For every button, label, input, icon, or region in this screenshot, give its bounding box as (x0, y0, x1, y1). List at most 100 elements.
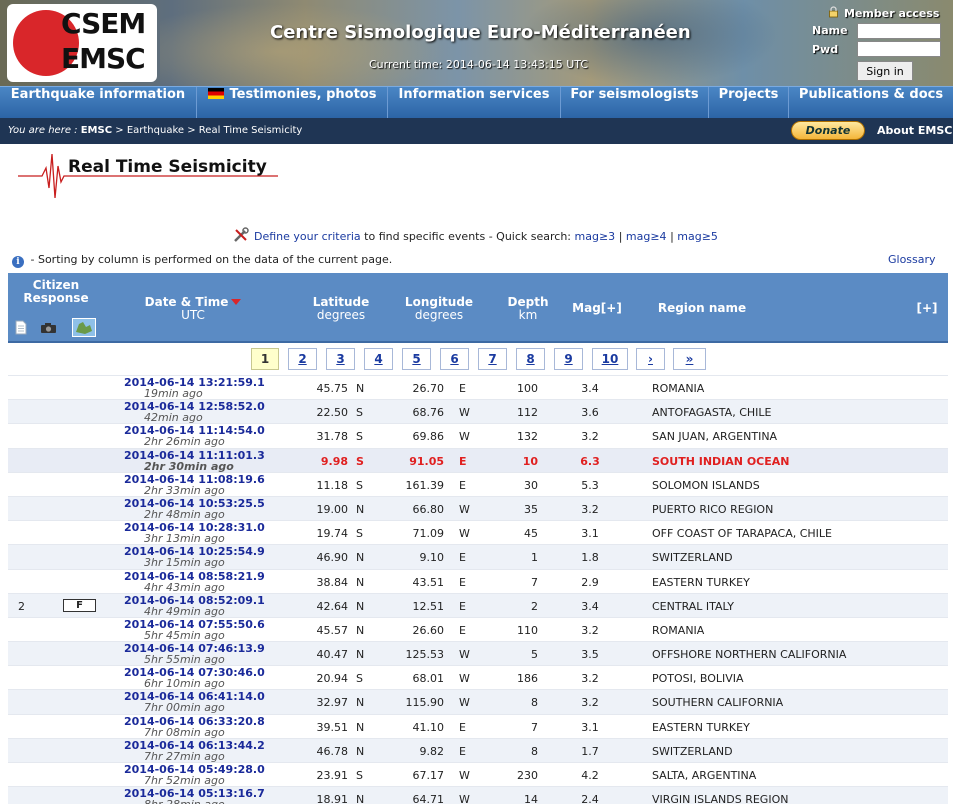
table-row[interactable]: 2014-06-14 07:55:50.6 5hr 45min ago 45.57 N… (8, 616, 948, 641)
table-row[interactable]: 2014-06-14 06:33:20.8 7hr 08min ago 39.51 N… (8, 713, 948, 738)
col-longitude[interactable]: Longitude degrees (399, 296, 479, 322)
event-ago: 2hr 33min ago (144, 483, 225, 497)
event-region: ANTOFAGASTA, CHILE (652, 406, 772, 420)
last-page-button[interactable]: » (673, 348, 706, 370)
page-button-1[interactable]: 1 (251, 348, 279, 370)
event-region: EASTERN TURKEY (652, 720, 750, 734)
nav-earthquake-information[interactable]: Earthquake information (0, 87, 197, 119)
page-button-8[interactable]: 8 (516, 348, 545, 370)
table-row[interactable]: 2014-06-14 07:46:13.9 5hr 55min ago 40.47 N… (8, 641, 948, 666)
event-latitude: 20.94 (316, 672, 349, 686)
col-region[interactable]: Region name (648, 302, 756, 315)
breadcrumb-earthquake[interactable]: Earthquake (127, 125, 184, 136)
page-button-5[interactable]: 5 (402, 348, 431, 370)
table-row[interactable]: 2014-06-14 11:08:19.6 2hr 33min ago 11.18 S… (8, 471, 948, 497)
event-region: OFFSHORE NORTHERN CALIFORNIA (652, 648, 847, 662)
table-row[interactable]: 2014-06-14 11:11:01.3 2hr 30min ago 9.98 S 9… (8, 447, 948, 472)
sort-note-text: - Sorting by column is performed on the … (30, 253, 393, 266)
event-longitude: 161.39 (405, 478, 445, 492)
event-lat-hemisphere: S (356, 454, 364, 468)
page-button-2[interactable]: 2 (288, 348, 317, 370)
main-nav: Earthquake information Testimonies, phot… (0, 86, 953, 119)
define-criteria-link[interactable]: Define your criteria (254, 230, 361, 243)
table-row[interactable]: 2014-06-14 13:21:59.1 19min ago 45.75 N 26.7… (8, 375, 948, 399)
logo-text-emsc: EMSC (61, 42, 146, 75)
event-depth: 7 (531, 575, 538, 589)
next-page-button[interactable]: › (636, 348, 665, 370)
table-row[interactable]: 2014-06-14 11:14:54.0 2hr 26min ago 31.78 S… (8, 423, 948, 447)
glossary-link[interactable]: Glossary (888, 253, 936, 266)
event-lat-hemisphere: N (356, 382, 365, 395)
table-row[interactable]: 2014-06-14 10:25:54.9 3hr 15min ago 46.90 N… (8, 544, 948, 569)
nav-testimonies-photos[interactable]: Testimonies, photos (197, 87, 388, 119)
page-button-7[interactable]: 7 (478, 348, 507, 370)
document-icon[interactable] (15, 320, 27, 335)
criteria-separator: | (670, 230, 674, 243)
emsc-logo[interactable]: CSEM EMSC (7, 4, 157, 82)
header-background (160, 0, 460, 86)
criteria-text: to find specific events - Quick search: (364, 230, 572, 243)
event-magnitude: 3.2 (581, 696, 599, 710)
table-row[interactable]: 2014-06-14 10:53:25.5 2hr 48min ago 19.00 N… (8, 495, 948, 521)
password-input[interactable] (857, 41, 941, 57)
col-citizen-response: Citizen Response (14, 279, 98, 305)
sign-in-button[interactable]: Sign in (857, 61, 913, 81)
event-region: ROMANIA (652, 382, 705, 395)
table-row[interactable]: 2014-06-14 06:13:44.2 7hr 27min ago 46.78 N… (8, 737, 948, 763)
quick-search-mag3[interactable]: mag≥3 (575, 230, 616, 243)
col-latitude[interactable]: Latitude degrees (301, 296, 381, 322)
expand-columns-button[interactable]: [+] (910, 302, 944, 315)
table-row[interactable]: 2014-06-14 12:58:52.0 42min ago 22.50 S 68.7… (8, 399, 948, 424)
col-mag[interactable]: Mag[+] (564, 302, 630, 315)
current-time: Current time: 2014-06-14 13:43:15 UTC (369, 58, 588, 71)
event-longitude: 115.90 (405, 696, 445, 710)
site-header: CSEM EMSC Centre Sismologique Euro-Médit… (0, 0, 953, 86)
event-longitude: 43.51 (412, 575, 445, 589)
nav-information-services[interactable]: Information services (388, 87, 561, 119)
table-row[interactable]: 2 2014-06-14 08:52:09.1 4hr 49min ago 42.64… (8, 592, 948, 617)
event-latitude: 38.84 (316, 575, 349, 589)
felt-report-button[interactable]: F (63, 598, 96, 612)
map-icon[interactable] (72, 318, 96, 337)
name-label: Name (812, 24, 848, 37)
event-lat-hemisphere: S (356, 769, 363, 782)
table-row[interactable]: 2014-06-14 05:13:16.78hr 28min ago18.91N… (8, 786, 948, 804)
page-button-10[interactable]: 10 (592, 348, 628, 370)
table-row[interactable]: 2014-06-14 08:58:21.9 4hr 43min ago 38.84 N… (8, 568, 948, 593)
event-depth: 230 (517, 769, 538, 782)
event-lon-hemisphere: W (459, 430, 470, 444)
page-button-6[interactable]: 6 (440, 348, 469, 370)
table-row[interactable]: 2014-06-14 05:49:28.0 7hr 52min ago 23.91 S… (8, 762, 948, 786)
page-button-9[interactable]: 9 (554, 348, 583, 370)
nav-projects[interactable]: Projects (709, 87, 789, 119)
event-lon-hemisphere: W (459, 672, 470, 686)
table-row[interactable]: 2014-06-14 07:30:46.0 6hr 10min ago 20.94 S… (8, 665, 948, 689)
quick-search-mag5[interactable]: mag≥5 (677, 230, 718, 243)
event-lat-hemisphere: S (356, 672, 363, 686)
quick-search-mag4[interactable]: mag≥4 (626, 230, 667, 243)
col-date-time[interactable]: Date & Time UTC (138, 296, 248, 322)
event-ago: 7hr 27min ago (144, 749, 225, 763)
event-lon-hemisphere: W (459, 696, 470, 710)
about-emsc-link[interactable]: About EMSC (877, 124, 952, 137)
event-lat-hemisphere: N (356, 696, 365, 710)
nav-for-seismologists[interactable]: For seismologists (561, 87, 709, 119)
table-row[interactable]: 2014-06-14 06:41:14.0 7hr 00min ago 32.97 N… (8, 689, 948, 714)
lock-icon (829, 6, 838, 18)
page-button-4[interactable]: 4 (364, 348, 393, 370)
event-magnitude: 1.8 (581, 551, 599, 565)
camera-icon[interactable] (40, 322, 57, 334)
name-input[interactable] (857, 23, 941, 39)
nav-publications-docs[interactable]: Publications & docs (789, 87, 953, 119)
event-lon-hemisphere: W (459, 527, 470, 541)
col-depth[interactable]: Depth km (500, 296, 556, 322)
event-magnitude: 3.4 (581, 599, 599, 613)
event-lon-hemisphere: W (459, 406, 470, 420)
donate-button[interactable]: Donate (791, 121, 865, 140)
table-row[interactable]: 2014-06-14 10:28:31.0 3hr 13min ago 19.74 S… (8, 520, 948, 544)
event-latitude: 19.00 (316, 502, 349, 516)
event-magnitude: 6.3 (580, 454, 600, 468)
page-button-3[interactable]: 3 (326, 348, 355, 370)
breadcrumb-emsc[interactable]: EMSC (81, 125, 112, 136)
event-magnitude: 5.3 (581, 478, 599, 492)
